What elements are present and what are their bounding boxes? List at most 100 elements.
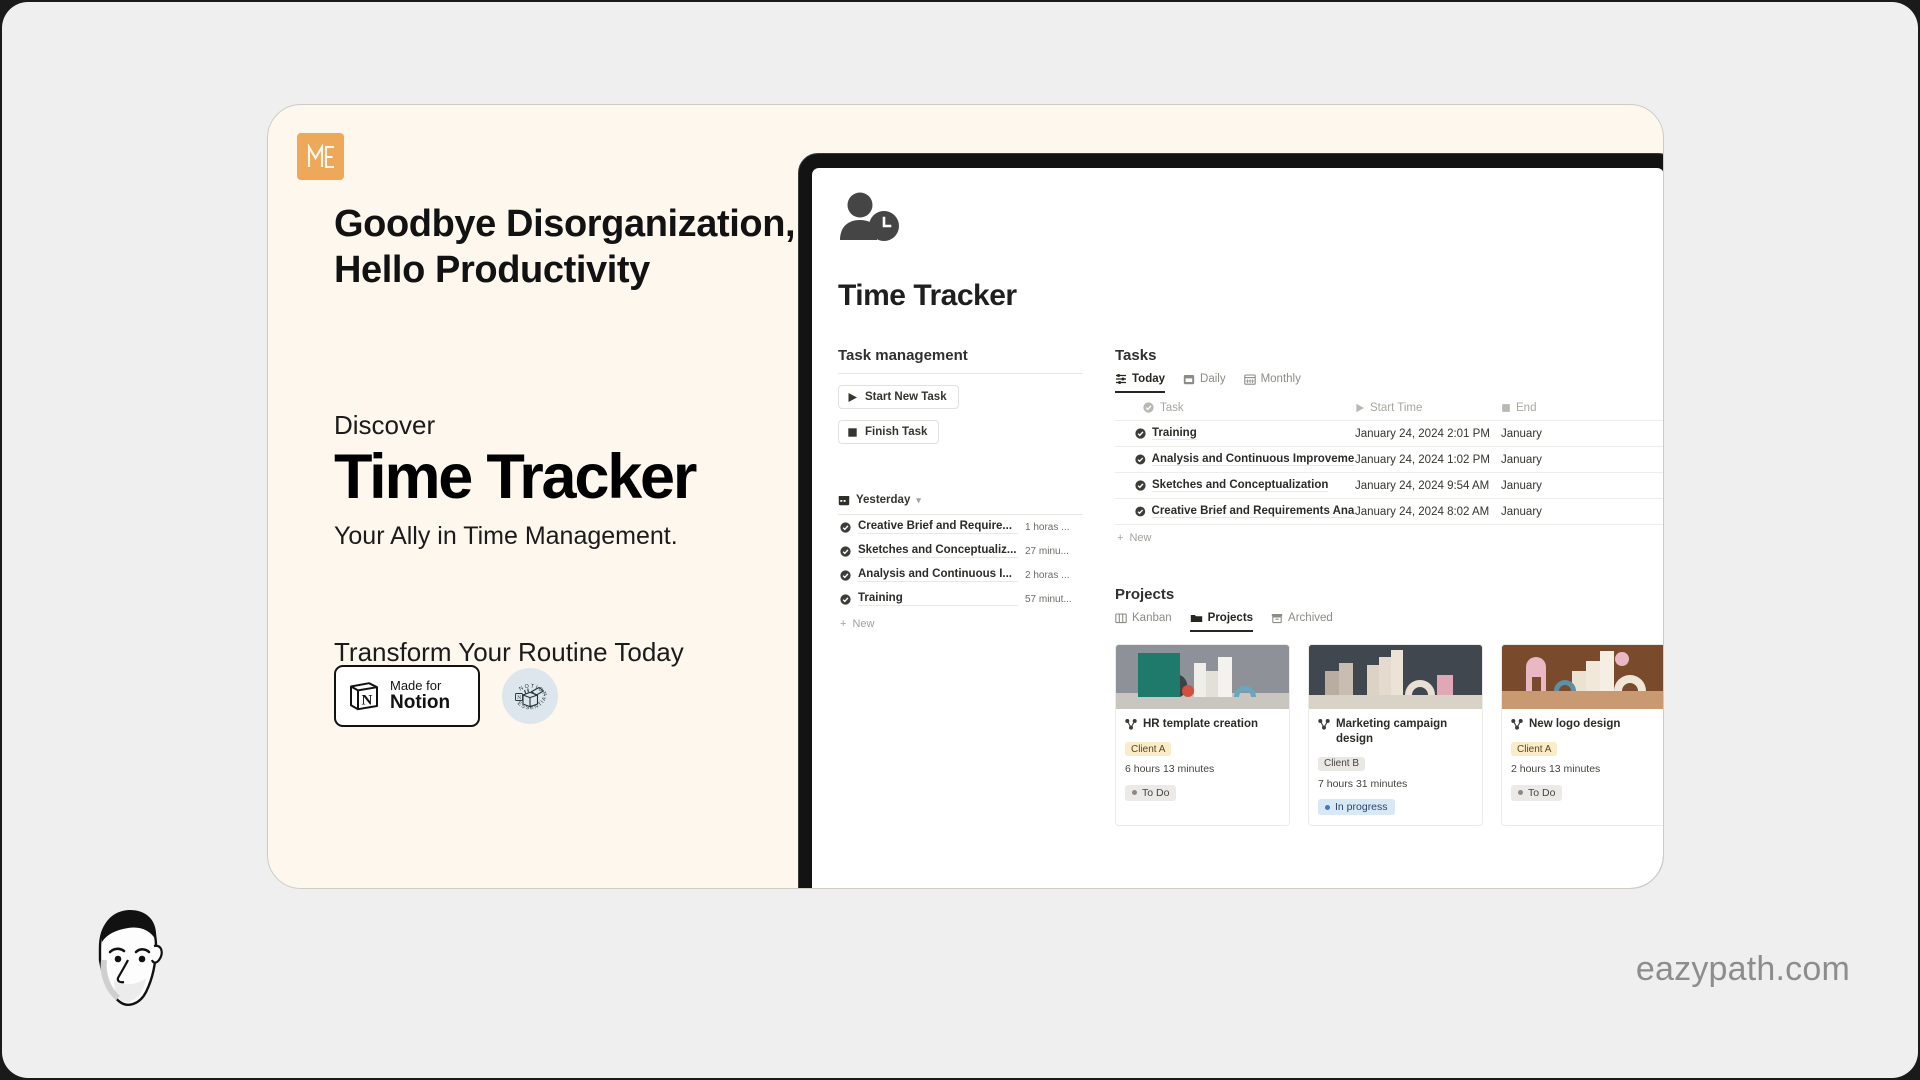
- table-row[interactable]: Training January 24, 2024 2:01 PM Januar…: [1115, 421, 1663, 447]
- status-badge: In progress: [1318, 799, 1395, 816]
- calendar-month-icon: [1243, 374, 1256, 385]
- play-icon: [1356, 403, 1365, 412]
- tab-kanban[interactable]: Kanban: [1115, 612, 1172, 632]
- list-item[interactable]: Creative Brief and Require... 1 horas ..…: [838, 515, 1083, 539]
- project-card-title-label: HR template creation: [1143, 718, 1259, 730]
- project-card[interactable]: New logo design Client A 2 hours 13 minu…: [1501, 644, 1663, 827]
- tasks-heading: Tasks: [1115, 347, 1157, 364]
- project-client-tag: Client A: [1125, 742, 1172, 757]
- column-header-task: Task: [1115, 402, 1355, 414]
- tab-projects-label: Projects: [1207, 612, 1254, 624]
- list-item-label: Analysis and Continuous I...: [858, 568, 1018, 582]
- tab-today[interactable]: Today: [1115, 373, 1166, 393]
- column-header-task-label: Task: [1160, 401, 1184, 414]
- project-card-title: Marketing campaign design: [1318, 717, 1473, 746]
- finish-task-label: Finish Task: [865, 426, 928, 438]
- tab-archived-label: Archived: [1288, 612, 1333, 624]
- archive-icon: [1271, 614, 1283, 624]
- check-circle-icon: [1135, 428, 1146, 439]
- status-dot-icon: [1518, 790, 1523, 796]
- status-dot-icon: [1325, 804, 1330, 810]
- project-cards: HR template creation Client A 6 hours 13…: [1115, 644, 1663, 827]
- cell-task-label: Training: [1152, 427, 1197, 440]
- check-circle-icon: [840, 521, 851, 533]
- cell-end: January: [1501, 453, 1542, 466]
- tasks-tabs: Today Daily Monthly: [1115, 373, 1663, 393]
- tasks-table: Task Start Time End Training January 24,…: [1115, 395, 1663, 544]
- projects-tabs: Kanban Projects Archived: [1115, 612, 1663, 632]
- tab-archived[interactable]: Archived: [1271, 612, 1333, 632]
- app-body: Task management Start New Task Finish Ta…: [838, 347, 1663, 827]
- check-circle-icon: [1135, 506, 1146, 517]
- project-thumbnail: [1502, 645, 1663, 709]
- cell-task: Training: [1115, 427, 1355, 440]
- project-duration: 6 hours 13 minutes: [1125, 763, 1215, 776]
- add-new-task-row[interactable]: + New: [838, 611, 1083, 630]
- project-card-body: Marketing campaign design Client B 7 hou…: [1309, 709, 1482, 825]
- status-badge: To Do: [1125, 784, 1177, 801]
- folder-icon: [1190, 615, 1202, 622]
- made-for-notion-badge[interactable]: N Made for Notion: [334, 665, 480, 727]
- project-card-title: HR template creation: [1125, 717, 1280, 732]
- status-badge-label: To Do: [1142, 786, 1170, 799]
- project-card[interactable]: HR template creation Client A 6 hours 13…: [1115, 644, 1290, 827]
- tab-monthly[interactable]: Monthly: [1243, 373, 1301, 393]
- tab-kanban-label: Kanban: [1132, 612, 1172, 624]
- list-item-duration: 27 minu...: [1025, 545, 1069, 557]
- list-item-label: Training: [858, 592, 1018, 606]
- badges-row: N Made for Notion NOTION ESSENTIA N: [334, 665, 558, 727]
- cell-task: Analysis and Continuous Improvemen: [1115, 453, 1355, 466]
- cell-task-label: Analysis and Continuous Improvemen: [1151, 453, 1355, 466]
- list-item[interactable]: Analysis and Continuous I... 2 horas ...: [838, 563, 1083, 587]
- projects-section: Projects Kanban Projects Archived HR tem…: [1115, 586, 1663, 827]
- tab-projects[interactable]: Projects: [1189, 612, 1254, 632]
- status-badge-label: To Do: [1528, 786, 1556, 799]
- stop-icon: [848, 427, 857, 437]
- project-card-title-label: New logo design: [1529, 718, 1621, 730]
- calendar-icon: [838, 496, 850, 506]
- right-pane: Tasks Today Daily Monthly Task Start Tim…: [1115, 347, 1663, 827]
- project-duration: 7 hours 31 minutes: [1318, 777, 1408, 790]
- svg-text:N: N: [517, 695, 521, 701]
- column-header-start-label: Start Time: [1370, 401, 1423, 414]
- tab-daily[interactable]: Daily: [1183, 373, 1226, 393]
- open-box-icon: NOTION ESSENTIALS N: [502, 668, 547, 711]
- tab-daily-label: Daily: [1200, 373, 1226, 385]
- table-row[interactable]: Creative Brief and Requirements Analy Ja…: [1115, 499, 1663, 525]
- project-client-tag: Client B: [1318, 756, 1366, 771]
- finish-task-button[interactable]: Finish Task: [838, 420, 940, 444]
- column-header-end: End: [1501, 402, 1663, 414]
- relation-icon: [1511, 719, 1523, 730]
- add-new-task-row[interactable]: + New: [1115, 525, 1663, 544]
- cell-task-label: Creative Brief and Requirements Analy: [1151, 505, 1355, 518]
- add-new-label: New: [1129, 532, 1152, 544]
- list-item-label: Sketches and Conceptualiz...: [858, 544, 1018, 558]
- plus-icon: +: [1117, 532, 1124, 544]
- check-circle-icon: [840, 593, 851, 605]
- cell-task: Creative Brief and Requirements Analy: [1115, 505, 1355, 518]
- column-header-start: Start Time: [1355, 402, 1501, 414]
- me-monogram-icon: [307, 143, 334, 168]
- relation-icon: [1125, 719, 1137, 730]
- cell-end: January: [1501, 427, 1542, 440]
- list-item-duration: 1 horas ...: [1025, 521, 1070, 533]
- list-item[interactable]: Training 57 minut...: [838, 587, 1083, 611]
- notion-badge-text: Made for Notion: [390, 679, 450, 713]
- brand-logo: [297, 133, 344, 180]
- check-circle-icon: [840, 545, 851, 557]
- table-row[interactable]: Analysis and Continuous Improvemen Janua…: [1115, 447, 1663, 473]
- yesterday-group-header[interactable]: Yesterday ▾: [838, 494, 1083, 506]
- start-new-task-button[interactable]: Start New Task: [838, 385, 959, 409]
- project-card[interactable]: Marketing campaign design Client B 7 hou…: [1308, 644, 1483, 827]
- divider: [838, 373, 1083, 374]
- notion-essentials-seal[interactable]: NOTION ESSENTIALS N: [502, 668, 558, 724]
- list-item-duration: 2 horas ...: [1025, 569, 1070, 581]
- yesterday-group: Yesterday ▾ Creative Brief and Require..…: [838, 494, 1083, 630]
- cell-start: January 24, 2024 8:02 AM: [1355, 505, 1490, 518]
- table-row[interactable]: Sketches and Conceptualization January 2…: [1115, 473, 1663, 499]
- board-icon: [1115, 613, 1127, 624]
- relation-icon: [1318, 719, 1330, 730]
- watermark: eazypath.com: [1635, 950, 1850, 988]
- cell-start: January 24, 2024 1:02 PM: [1355, 453, 1490, 466]
- list-item[interactable]: Sketches and Conceptualiz... 27 minu...: [838, 539, 1083, 563]
